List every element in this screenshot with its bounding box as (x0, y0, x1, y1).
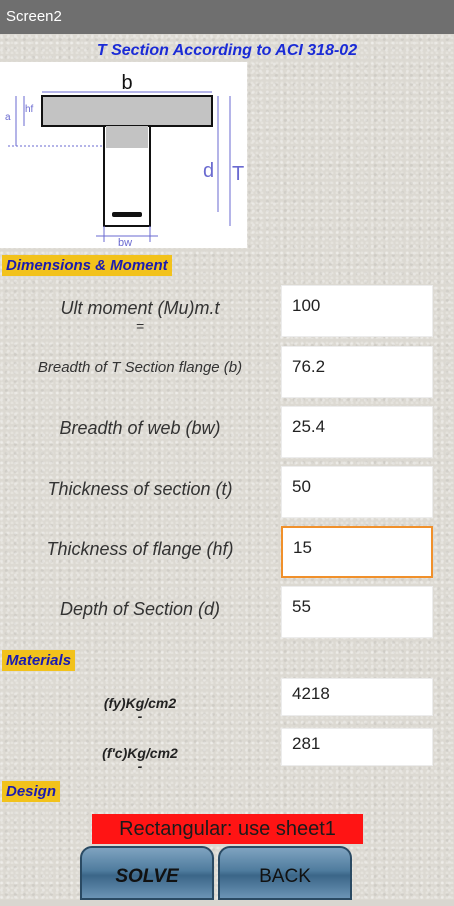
label-a: a (5, 112, 11, 123)
label-bw: bw (118, 237, 132, 248)
window-title: Screen2 (6, 8, 62, 25)
solve-button[interactable]: SOLVE (80, 846, 214, 900)
label-d: d (203, 160, 214, 182)
section-design: Design (2, 781, 61, 802)
flange-shape (41, 95, 213, 127)
web-compression-zone (106, 126, 148, 148)
hf-input[interactable]: 15 (281, 526, 433, 578)
t-input[interactable]: 50 (281, 466, 433, 518)
field-label-mu: Ult moment (Mu)m.t = (60, 298, 220, 334)
fy-label: (fy)Kg/cm2 - (103, 695, 177, 724)
result-text: Rectangular: use sheet1 (92, 814, 363, 844)
fy-input[interactable]: 4218 (281, 678, 433, 716)
label-b: b (121, 72, 132, 94)
field-label-t: Thickness of section (t) (47, 479, 233, 499)
t-section-diagram: b a hf d T bw (0, 62, 247, 249)
label-T: T (232, 163, 244, 185)
field-label-d: Depth of Section (d) (59, 599, 221, 619)
label-hf: hf (25, 104, 34, 115)
bw-input[interactable]: 25.4 (281, 406, 433, 458)
section-materials: Materials (2, 650, 76, 671)
field-label-b: Breadth of T Section flange (b) (37, 359, 243, 376)
fc-input[interactable]: 281 (281, 728, 433, 766)
back-button[interactable]: BACK (218, 846, 352, 900)
b-input[interactable]: 76.2 (281, 346, 433, 398)
fc-label: (f'c)Kg/cm2 - (102, 745, 178, 774)
field-label-bw: Breadth of web (bw) (59, 418, 221, 438)
d-input[interactable]: 55 (281, 586, 433, 638)
field-label-hf: Thickness of flange (hf) (46, 539, 234, 559)
rebar-mark (112, 212, 142, 217)
mu-input[interactable]: 100 (281, 285, 433, 337)
t-section-drawing: b a hf d T bw (5, 72, 244, 249)
title-bar: Screen2 (0, 0, 454, 34)
page-heading: T Section According to ACI 318-02 (96, 42, 358, 59)
section-dimensions: Dimensions & Moment (2, 255, 172, 276)
